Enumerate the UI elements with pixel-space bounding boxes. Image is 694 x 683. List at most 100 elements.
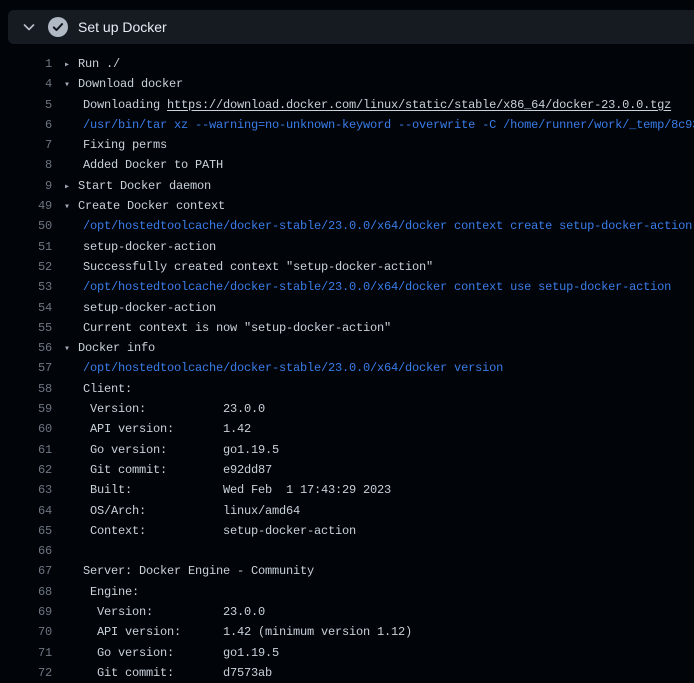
log-text: API version: 1.42: [83, 419, 251, 439]
log-text: setup-docker-action: [83, 237, 216, 257]
log-text: Git commit: d7573ab: [83, 663, 272, 683]
log-line: 69 Version: 23.0.0: [0, 602, 694, 622]
log-group-label: Run ./: [78, 57, 120, 71]
log-line: 67 Server: Docker Engine - Community: [0, 561, 694, 581]
log-text: Client:: [83, 379, 132, 399]
log-line: 49 ▾Create Docker context: [0, 196, 694, 216]
line-number[interactable]: 53: [0, 277, 52, 297]
line-number[interactable]: 69: [0, 602, 52, 622]
log-command-text: /usr/bin/tar xz --warning=no-unknown-key…: [83, 115, 694, 135]
line-number[interactable]: 61: [0, 440, 52, 460]
log-line: 5 Downloading https://download.docker.com…: [0, 95, 694, 115]
log-text: Fixing perms: [83, 135, 167, 155]
log-group-label: Download docker: [78, 77, 183, 91]
log-line: 56 ▾Docker info: [0, 338, 694, 358]
triangle-right-icon[interactable]: ▸: [64, 56, 78, 76]
log-line: 63 Built: Wed Feb 1 17:43:29 2023: [0, 480, 694, 500]
log-line: 7 Fixing perms: [0, 135, 694, 155]
log-line: 62 Git commit: e92dd87: [0, 460, 694, 480]
log-text: OS/Arch: linux/amd64: [83, 501, 300, 521]
triangle-right-icon[interactable]: ▸: [64, 178, 78, 198]
line-number[interactable]: 63: [0, 480, 52, 500]
log-text: setup-docker-action: [83, 298, 216, 318]
log-text: Successfully created context "setup-dock…: [83, 257, 433, 277]
line-number[interactable]: 68: [0, 582, 52, 602]
log-line: 50/opt/hostedtoolcache/docker-stable/23.…: [0, 216, 694, 236]
log-text: Added Docker to PATH: [83, 155, 223, 175]
log-line: 1 ▸Run ./: [0, 54, 694, 74]
log-text: Context: setup-docker-action: [83, 521, 356, 541]
line-number[interactable]: 60: [0, 419, 52, 439]
log-line: 64 OS/Arch: linux/amd64: [0, 501, 694, 521]
log-line: 4 ▾Download docker: [0, 74, 694, 94]
log-text: Version: 23.0.0: [83, 602, 265, 622]
log-line: 8 Added Docker to PATH: [0, 155, 694, 175]
log-line: 54 setup-docker-action: [0, 298, 694, 318]
log-command-text: /opt/hostedtoolcache/docker-stable/23.0.…: [83, 216, 692, 236]
log-text: Git commit: e92dd87: [83, 460, 272, 480]
line-number[interactable]: 49: [0, 196, 52, 216]
line-number[interactable]: 57: [0, 358, 52, 378]
line-number[interactable]: 71: [0, 643, 52, 663]
chevron-down-icon[interactable]: [22, 20, 36, 34]
line-number[interactable]: 50: [0, 216, 52, 236]
line-number[interactable]: 56: [0, 338, 52, 358]
log-text: Go version: go1.19.5: [83, 643, 279, 663]
log-line: 72 Git commit: d7573ab: [0, 663, 694, 683]
log-group-header[interactable]: ▸Run ./: [64, 54, 120, 74]
step-header[interactable]: Set up Docker: [8, 10, 694, 44]
log-link[interactable]: https://download.docker.com/linux/static…: [167, 98, 671, 112]
line-number[interactable]: 59: [0, 399, 52, 419]
log-line: 55 Current context is now "setup-docker-a…: [0, 318, 694, 338]
log-line: 57/opt/hostedtoolcache/docker-stable/23.…: [0, 358, 694, 378]
triangle-down-icon[interactable]: ▾: [64, 198, 78, 218]
log-line: 65 Context: setup-docker-action: [0, 521, 694, 541]
log-text: API version: 1.42 (minimum version 1.12): [83, 622, 412, 642]
log-line: 52 Successfully created context "setup-do…: [0, 257, 694, 277]
line-number[interactable]: 8: [0, 155, 52, 175]
step-title: Set up Docker: [78, 10, 167, 44]
line-number[interactable]: 64: [0, 501, 52, 521]
triangle-down-icon[interactable]: ▾: [64, 340, 78, 360]
log-text: Built: Wed Feb 1 17:43:29 2023: [83, 480, 391, 500]
line-number[interactable]: 62: [0, 460, 52, 480]
workflow-log-panel: Set up Docker 1▸Run ./4▾Download docker5…: [0, 10, 694, 683]
log-line: 70 API version: 1.42 (minimum version 1.…: [0, 622, 694, 642]
triangle-down-icon[interactable]: ▾: [64, 76, 78, 96]
log-group-header[interactable]: ▾Download docker: [64, 74, 183, 94]
log-line: 51 setup-docker-action: [0, 237, 694, 257]
log-line: 61 Go version: go1.19.5: [0, 440, 694, 460]
log-text: Go version: go1.19.5: [83, 440, 279, 460]
line-number[interactable]: 51: [0, 237, 52, 257]
log-text-prefix: Downloading: [83, 98, 167, 112]
line-number[interactable]: 72: [0, 663, 52, 683]
log-command-text: /opt/hostedtoolcache/docker-stable/23.0.…: [83, 358, 503, 378]
log-container: 1▸Run ./4▾Download docker5Downloading ht…: [0, 44, 694, 683]
log-text: Server: Docker Engine - Community: [83, 561, 314, 581]
log-line: 59 Version: 23.0.0: [0, 399, 694, 419]
line-number[interactable]: 70: [0, 622, 52, 642]
line-number[interactable]: 6: [0, 115, 52, 135]
log-line: 71 Go version: go1.19.5: [0, 643, 694, 663]
log-line: 66: [0, 541, 694, 561]
line-number[interactable]: 55: [0, 318, 52, 338]
log-line: 53/opt/hostedtoolcache/docker-stable/23.…: [0, 277, 694, 297]
line-number[interactable]: 58: [0, 379, 52, 399]
line-number[interactable]: 54: [0, 298, 52, 318]
log-group-header[interactable]: ▾Docker info: [64, 338, 155, 358]
line-number[interactable]: 5: [0, 95, 52, 115]
line-number[interactable]: 65: [0, 521, 52, 541]
log-text: Current context is now "setup-docker-act…: [83, 318, 391, 338]
log-text: Downloading https://download.docker.com/…: [83, 95, 671, 115]
check-circle-icon: [48, 17, 68, 37]
line-number[interactable]: 67: [0, 561, 52, 581]
log-group-header[interactable]: ▾Create Docker context: [64, 196, 225, 216]
line-number[interactable]: 4: [0, 74, 52, 94]
line-number[interactable]: 1: [0, 54, 52, 74]
log-group-header[interactable]: ▸Start Docker daemon: [64, 176, 211, 196]
line-number[interactable]: 52: [0, 257, 52, 277]
line-number[interactable]: 66: [0, 541, 52, 561]
log-line: 60 API version: 1.42: [0, 419, 694, 439]
line-number[interactable]: 7: [0, 135, 52, 155]
line-number[interactable]: 9: [0, 176, 52, 196]
